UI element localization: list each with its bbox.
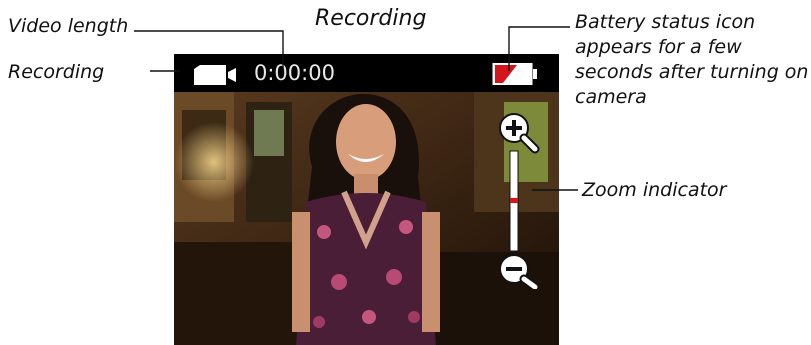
camera-lcd-screen: 0:00:00 [174,54,559,345]
battery-label-line: Battery status icon [575,11,756,33]
zoom-out-icon [499,254,540,289]
zoom-in-icon [499,113,540,154]
battery-label-line: camera [575,86,647,108]
battery-status-label: Battery status icon appears for a few se… [575,10,811,110]
zoom-indicator-label: Zoom indicator [582,179,727,201]
battery-label-line: seconds after turning on [575,61,809,83]
video-length-label: Video length [8,15,129,37]
battery-label-line: appears for a few [575,36,742,58]
battery-low-icon [492,63,537,85]
zoom-level-marker [510,198,518,203]
zoom-indicator [499,113,540,289]
video-camera-icon [194,65,236,85]
recording-label: Recording [8,61,105,83]
video-timer: 0:00:00 [254,61,335,85]
page-title: Recording [315,6,427,31]
